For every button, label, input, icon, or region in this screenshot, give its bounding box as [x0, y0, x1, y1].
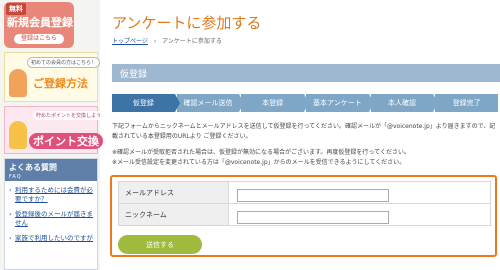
notes: ※確認メールが受取拒否された場合は、仮登録が無効になる場合がございます。再度仮登…	[112, 148, 498, 168]
points-note: 貯めたポイントを交換しよう	[33, 111, 105, 120]
register-here-link[interactable]: 登録はこちら	[14, 34, 64, 44]
form-row-email: メールアドレス	[118, 181, 491, 204]
step-full-register: 本登録	[241, 94, 309, 112]
nickname-cell	[228, 203, 491, 226]
howto-banner[interactable]: 初めての会員の方はこちら！ ご登録方法	[4, 52, 101, 102]
step-confirm-mail: 確認メール送信	[176, 94, 244, 112]
intro-text: 下記フォームからニックネームとメールアドレスを送信して仮登録を行ってください。確…	[112, 123, 496, 140]
character-illustration-icon	[9, 69, 27, 97]
nickname-field[interactable]	[237, 211, 389, 225]
breadcrumb: トップページ › アンケートに参加する	[112, 36, 222, 45]
howto-title: ご登録方法	[33, 77, 88, 90]
faq-header: よくある質問 FAQ	[5, 159, 97, 181]
registration-form: メールアドレス ニックネーム 送信する	[110, 175, 497, 257]
faq-subtitle: FAQ	[9, 174, 22, 180]
email-field[interactable]	[237, 189, 389, 203]
note-line: ※メール受信設定を変更されている方は「@voicenote.jp」からのメールを…	[112, 159, 406, 166]
points-banner[interactable]: 貯めたポイントを交換しよう ポイント交換	[4, 106, 105, 154]
register-banner[interactable]: 無料 新規会員登録 登録はこちら	[4, 2, 74, 48]
breadcrumb-current: アンケートに参加する	[162, 38, 222, 45]
page: 無料 新規会員登録 登録はこちら 初めての会員の方はこちら！ ご登録方法 貯めた…	[0, 0, 500, 270]
breadcrumb-home-link[interactable]: トップページ	[112, 38, 148, 45]
faq-item[interactable]: 利用するためには会費が必要ですか？	[9, 186, 93, 204]
step-identity-check: 本人確認	[370, 94, 439, 112]
section-header: 仮登録	[112, 64, 500, 82]
step-basic-survey: 基本アンケート	[306, 94, 374, 112]
submit-button[interactable]: 送信する	[118, 235, 202, 254]
howto-note: 初めての会員の方はこちら！	[27, 57, 101, 68]
step-complete: 登録完了	[435, 94, 499, 112]
faq-item[interactable]: 家族で利用したいのですが	[9, 234, 93, 243]
points-character-icon	[9, 121, 27, 149]
email-label: メールアドレス	[118, 181, 229, 204]
nickname-label: ニックネーム	[118, 203, 229, 226]
registration-steps: 仮登録 確認メール送信 本登録 基本アンケート 本人確認 登録完了	[112, 94, 500, 112]
page-title: アンケートに参加する	[112, 14, 262, 32]
faq-box: よくある質問 FAQ 利用するためには会費が必要ですか？ 仮登録後のメールが届き…	[4, 158, 98, 270]
step-provisional: 仮登録	[112, 94, 180, 112]
register-banner-title: 新規会員登録	[7, 16, 73, 29]
form-row-nickname: ニックネーム	[118, 203, 491, 226]
section-title: 仮登録	[120, 70, 148, 80]
email-cell	[228, 181, 491, 204]
faq-title: よくある質問	[9, 163, 57, 172]
sidebar: 無料 新規会員登録 登録はこちら 初めての会員の方はこちら！ ご登録方法 貯めた…	[0, 0, 105, 270]
note-line: ※確認メールが受取拒否された場合は、仮登録が無効になる場合がございます。再度仮登…	[112, 149, 410, 156]
breadcrumb-separator: ›	[153, 38, 157, 45]
faq-item[interactable]: 仮登録後のメールが届きません	[9, 210, 93, 228]
faq-list: 利用するためには会費が必要ですか？ 仮登録後のメールが届きません 家族で利用した…	[5, 181, 97, 243]
points-title: ポイント交換	[29, 133, 103, 149]
form-table: メールアドレス ニックネーム	[118, 181, 491, 226]
